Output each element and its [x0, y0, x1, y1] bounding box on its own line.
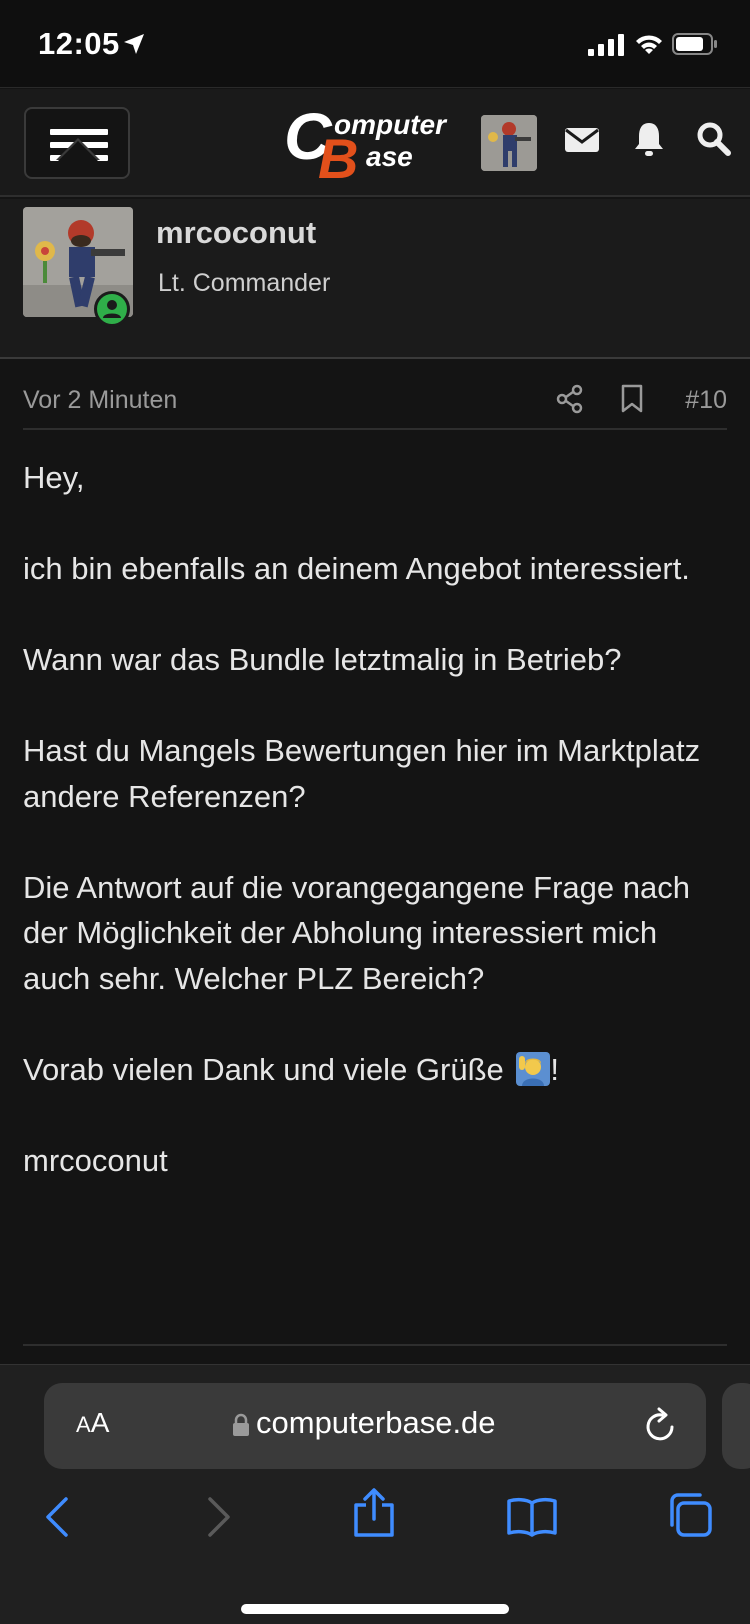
author-pointer-inner: [58, 141, 98, 161]
user-avatar[interactable]: [481, 115, 537, 171]
author-block: mrcoconut Lt. Commander: [0, 199, 750, 359]
menu-icon: [50, 129, 108, 135]
next-tab-peek[interactable]: [722, 1383, 750, 1469]
status-time: 12:05: [38, 26, 120, 61]
post-greeting-text: Vorab vielen Dank und viele Grüße: [23, 1051, 504, 1087]
wifi-icon: [636, 35, 662, 54]
bookmarks-icon[interactable]: [506, 1495, 558, 1539]
computerbase-logo[interactable]: C B omputer ase: [284, 103, 464, 187]
aa-small: A: [76, 1412, 91, 1437]
reader-options-button[interactable]: AA: [76, 1407, 109, 1439]
user-icon: [103, 300, 121, 318]
lock-icon: [233, 1413, 249, 1436]
browser-toolbar: AA computerbase.de: [0, 1364, 750, 1624]
cellular-signal-icon: [588, 34, 624, 56]
bookmark-icon[interactable]: [620, 384, 644, 414]
post-signature: mrcoconut: [23, 1142, 168, 1178]
avatar-image: [481, 115, 537, 171]
post-timestamp[interactable]: Vor 2 Minuten: [23, 386, 177, 415]
post-paragraph: Wann war das Bundle letztmalig in Betrie…: [23, 642, 622, 677]
post-body: Hey, ich bin ebenfalls an deinem Angebot…: [23, 455, 723, 1183]
address-bar[interactable]: AA computerbase.de: [44, 1383, 706, 1469]
search-icon[interactable]: [696, 121, 732, 157]
share-icon[interactable]: [556, 384, 584, 414]
post-paragraph: Hast du Mangels Bewertungen hier im Mark…: [23, 733, 701, 814]
post-divider: [23, 1344, 727, 1346]
post-paragraph-greeting: Vorab vielen Dank und viele Grüße !: [23, 1047, 723, 1093]
tabs-icon[interactable]: [666, 1491, 714, 1539]
logo-word-base: ase: [366, 141, 413, 172]
raising-hand-emoji-icon: [516, 1051, 551, 1086]
site-header: C B omputer ase: [0, 89, 750, 197]
post-paragraph: ich bin ebenfalls an deinem Angebot inte…: [23, 551, 690, 586]
reload-icon[interactable]: [644, 1407, 678, 1443]
author-name[interactable]: mrcoconut: [156, 215, 316, 251]
location-arrow-icon: [124, 34, 144, 54]
online-status-badge: [94, 291, 130, 327]
post-number[interactable]: #10: [685, 386, 727, 415]
battery-icon: [672, 33, 717, 55]
logo-word-computer: omputer: [334, 109, 446, 140]
aa-large: A: [90, 1407, 110, 1438]
post-meta: Vor 2 Minuten #10: [23, 370, 727, 430]
share-sheet-icon[interactable]: [352, 1487, 396, 1539]
envelope-icon[interactable]: [564, 125, 600, 155]
post-paragraph: Hey,: [23, 460, 85, 495]
post-paragraph: Die Antwort auf die vorangegangene Frage…: [23, 869, 690, 996]
back-icon[interactable]: [42, 1495, 76, 1539]
author-rank: Lt. Commander: [158, 269, 331, 297]
forward-icon[interactable]: [200, 1495, 234, 1539]
home-indicator[interactable]: [241, 1604, 509, 1614]
bell-icon[interactable]: [632, 121, 666, 157]
post-exclamation: !: [550, 1051, 560, 1087]
status-bar: 12:05: [0, 0, 750, 88]
url-text[interactable]: computerbase.de: [256, 1405, 496, 1441]
